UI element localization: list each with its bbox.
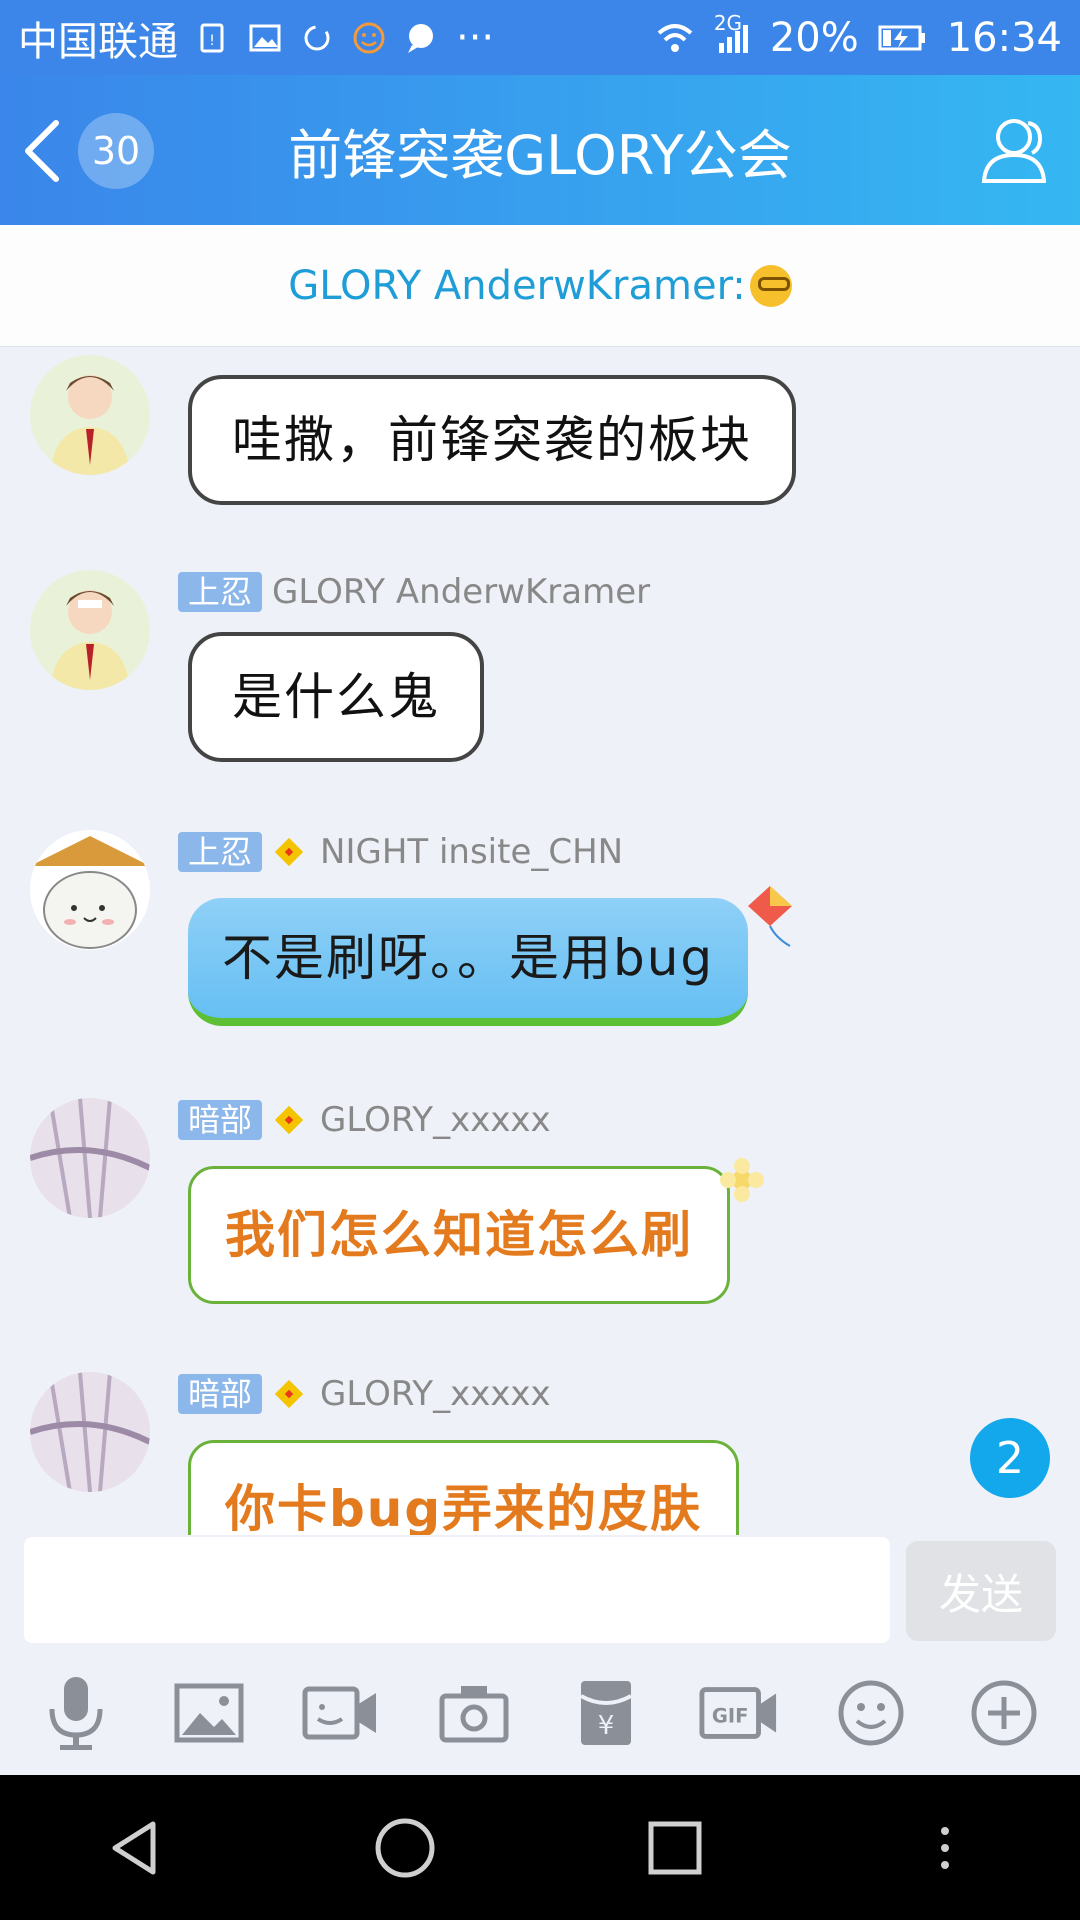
chat-title: 前锋突袭GLORY公会 (288, 124, 792, 187)
sync-icon (304, 25, 330, 50)
chat-bubble[interactable]: 你卡bug弄来的皮肤 (188, 1440, 740, 1535)
video-call-button[interactable] (301, 1673, 381, 1753)
microphone-icon (49, 1676, 103, 1750)
chat-bubble[interactable]: 我们怎么知道怎么刷 (188, 1166, 730, 1304)
emoji-notification-icon (353, 22, 385, 53)
clock: 16:34 (946, 14, 1062, 61)
notice-text: GLORY AnderwKramer: (288, 262, 746, 309)
pinned-notice-bar[interactable]: GLORY AnderwKramer: (0, 225, 1080, 347)
input-bar: 发送 (0, 1535, 1080, 1645)
chat-header: 30 前锋突袭GLORY公会 (0, 75, 1080, 225)
user-avatar[interactable] (30, 570, 150, 690)
message-text: 你卡bug弄来的皮肤 (225, 1480, 703, 1535)
square-recents-icon (648, 1821, 702, 1874)
message-text: 是什么鬼 (232, 668, 440, 726)
circle-home-icon (375, 1818, 435, 1877)
message-item: 暗部 GLORY_xxxxx 你卡bug弄来的皮肤 (0, 1372, 1080, 1535)
network-type-label: 2G (713, 10, 743, 35)
nav-back-button[interactable] (85, 1798, 185, 1898)
sender-name[interactable]: NIGHT insite_CHN (320, 832, 623, 872)
image-button[interactable] (169, 1673, 249, 1753)
svg-text:¥: ¥ (598, 1711, 615, 1741)
nav-home-button[interactable] (355, 1798, 455, 1898)
emoji-icon (838, 1680, 904, 1745)
sender-name[interactable]: GLORY_xxxxx (320, 1100, 551, 1140)
voice-button[interactable] (36, 1673, 116, 1753)
svg-text:!: ! (209, 33, 215, 49)
emoji-button[interactable] (831, 1673, 911, 1753)
sender-name[interactable]: GLORY_xxxxx (320, 1374, 551, 1414)
sender-meta: 暗部 GLORY_xxxxx (178, 1372, 551, 1416)
message-input[interactable] (24, 1537, 890, 1643)
battery-percent: 20% (769, 14, 859, 61)
user-avatar[interactable] (30, 355, 150, 475)
nav-menu-button[interactable] (895, 1798, 995, 1898)
chat-bubble[interactable]: 是什么鬼 (188, 632, 484, 762)
gallery-notification-icon (249, 24, 281, 51)
sender-meta: 上忍 GLORY AnderwKramer (178, 570, 650, 614)
vip-diamond-icon (272, 835, 306, 869)
plus-icon (971, 1680, 1037, 1745)
input-toolbar: ¥ GIF (0, 1650, 1080, 1775)
gif-button[interactable]: GIF (699, 1673, 779, 1753)
battery-charging-icon (878, 25, 925, 50)
wifi-icon (657, 23, 693, 52)
chat-bubble[interactable]: 不是刷呀。。是用bug (188, 898, 749, 1026)
user-avatar[interactable] (30, 1098, 150, 1218)
red-packet-button[interactable]: ¥ (566, 1673, 646, 1753)
rank-badge: 暗部 (178, 1100, 263, 1140)
grinning-emoji-icon (749, 264, 792, 307)
message-text: 不是刷呀。。是用bug (222, 929, 715, 987)
more-notifications-icon: ··· (456, 14, 495, 61)
camera-button[interactable] (434, 1673, 514, 1753)
vertical-dots-icon (941, 1826, 949, 1869)
image-icon (174, 1683, 244, 1742)
sim-alert-icon: ! (200, 23, 224, 52)
rank-badge: 上忍 (178, 572, 263, 612)
triangle-back-icon (112, 1821, 156, 1874)
svg-text:GIF: GIF (712, 1704, 749, 1727)
more-options-button[interactable] (964, 1673, 1044, 1753)
camera-icon (439, 1685, 509, 1742)
sender-meta: 上忍 NIGHT insite_CHN (178, 830, 623, 874)
system-navigation-bar (0, 1775, 1080, 1920)
message-text: 哇撒，前锋突袭的板块 (232, 411, 752, 469)
rank-badge: 暗部 (178, 1374, 263, 1414)
vip-diamond-icon (272, 1377, 306, 1411)
rank-badge: 上忍 (178, 832, 263, 872)
chat-bubble-notification-icon (408, 23, 433, 53)
chat-bubble[interactable]: 哇撒，前锋突袭的板块 (188, 375, 796, 505)
user-avatar[interactable] (30, 830, 150, 950)
status-bar: 中国联通 ! ··· 2G 20% 16:34 (0, 0, 1080, 75)
send-button[interactable]: 发送 (906, 1541, 1056, 1641)
kite-decoration-icon (748, 886, 792, 947)
sender-name[interactable]: GLORY AnderwKramer (272, 572, 650, 612)
red-packet-icon: ¥ (580, 1680, 633, 1745)
message-text: 我们怎么知道怎么刷 (225, 1206, 693, 1264)
carrier-label: 中国联通 (18, 18, 178, 65)
flower-decoration-icon (720, 1158, 764, 1202)
gif-icon: GIF (699, 1686, 776, 1739)
vip-diamond-icon (272, 1103, 306, 1137)
sender-meta: 暗部 GLORY_xxxxx (178, 1098, 551, 1142)
new-message-count-badge[interactable]: 2 (970, 1418, 1050, 1498)
group-members-icon[interactable] (978, 111, 1054, 187)
user-avatar[interactable] (30, 1372, 150, 1492)
nav-recents-button[interactable] (625, 1798, 725, 1898)
video-call-icon (302, 1686, 377, 1739)
